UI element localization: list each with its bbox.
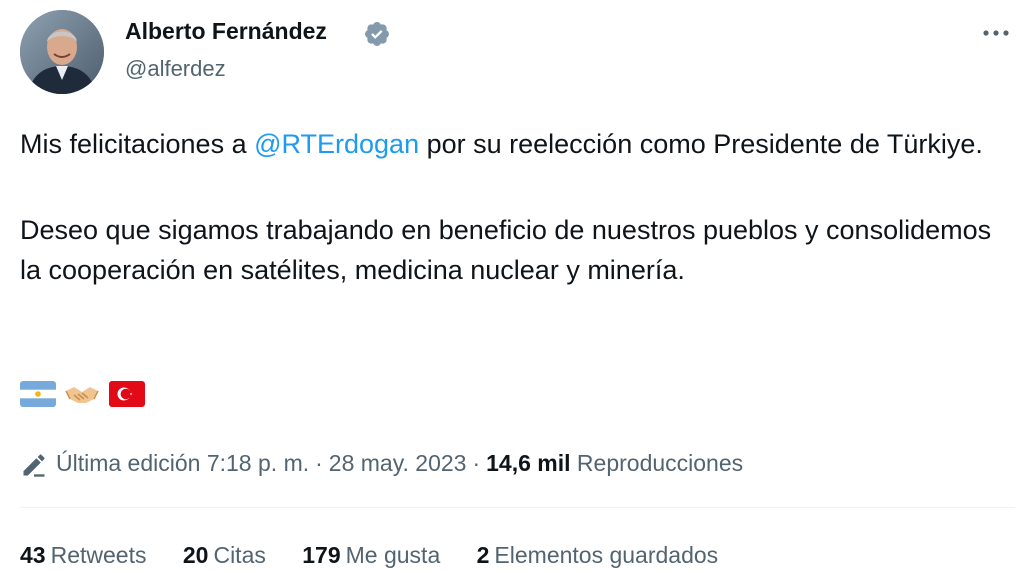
avatar[interactable] [20,10,104,94]
flag-argentina-icon [20,381,56,412]
more-options-icon[interactable] [978,18,1014,48]
divider [20,507,1015,508]
views-label: Reproducciones [576,450,744,476]
meta-separator-2: · [472,450,481,476]
edit-pencil-icon [23,454,45,477]
quotes-label: Citas [213,542,266,568]
author-handle[interactable]: @alferdez [125,56,226,82]
likes-stat[interactable]: 179 Me gusta [302,538,440,572]
retweets-count: 43 [20,542,46,568]
last-edited-time[interactable]: Última edición 7:18 p. m. [56,450,309,476]
bookmarks-count: 2 [476,542,490,568]
tweet-text-after-mention: por su reelección como Presidente de Tür… [419,129,983,159]
tweet-stats: 43 Retweets 20 Citas 179 Me gusta 2 Elemento… [20,538,748,572]
likes-count: 179 [302,542,341,568]
verified-badge-icon [365,22,389,46]
likes-label: Me gusta [345,542,441,568]
tweet-text-before-mention: Mis felicitaciones a [20,129,255,159]
quotes-stat[interactable]: 20 Citas [183,538,266,572]
flag-turkey-icon [108,381,145,412]
bookmarks-stat[interactable]: 2 Elementos guardados [477,538,719,572]
tweet-card: Alberto Fernández @alferdez Mis felicita… [0,0,1035,570]
tweet-meta: Última edición 7:18 p. m. · 28 may. 2023 · 1… [20,446,743,480]
mention-link[interactable]: @RTErdogan [254,129,419,159]
tweet-date[interactable]: 28 may. 2023 [329,450,467,476]
bookmarks-label: Elementos guardados [494,542,719,568]
meta-separator: · [315,450,323,476]
quotes-count: 20 [182,542,209,568]
handshake-icon [64,381,100,412]
tweet-text: Mis felicitaciones a @RTErdogan por su r… [20,124,1010,290]
tweet-paragraph-1: Mis felicitaciones a @RTErdogan por su r… [20,124,1010,164]
tweet-paragraph-2: Deseo que sigamos trabajando en benefici… [20,215,992,285]
emoji-row [20,381,149,409]
author-name[interactable]: Alberto Fernández [125,18,327,45]
retweets-stat[interactable]: 43 Retweets [20,538,146,572]
views-count: 14,6 mil [486,450,571,476]
retweets-label: Retweets [50,542,147,568]
